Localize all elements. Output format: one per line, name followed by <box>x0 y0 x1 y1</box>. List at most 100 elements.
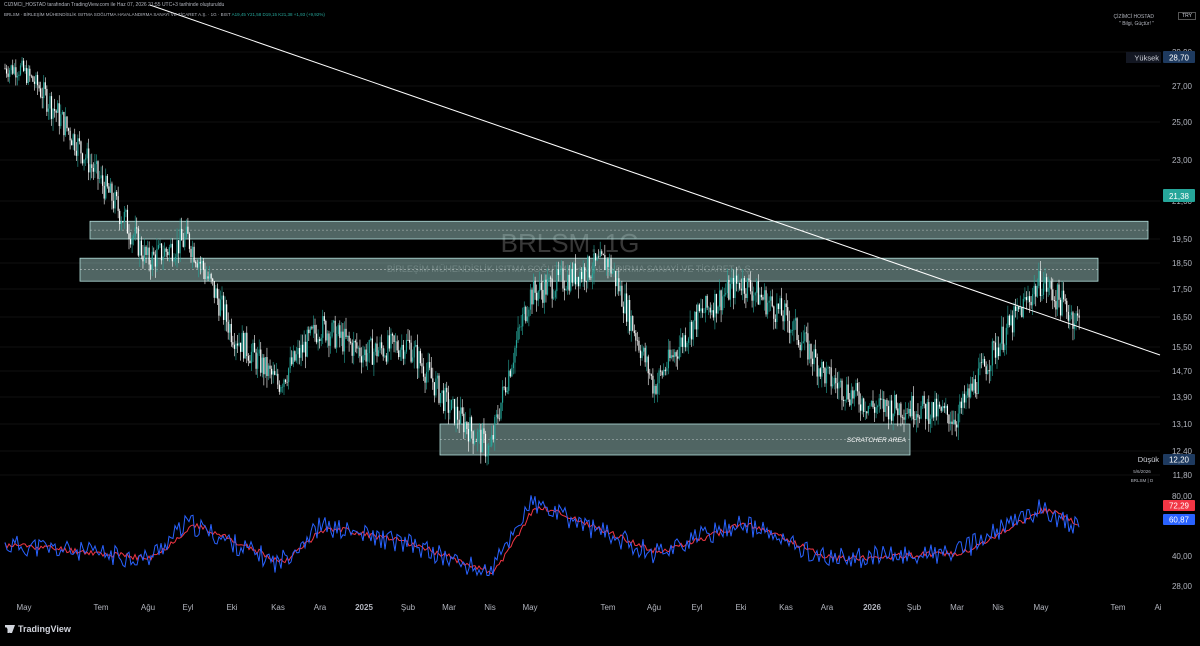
candle-body <box>638 340 640 351</box>
candle-body <box>343 328 346 352</box>
candle-body <box>357 347 359 349</box>
candle-body <box>295 354 297 361</box>
candle-body <box>560 268 563 270</box>
candle-body <box>4 68 6 70</box>
price-tick-label: 25,00 <box>1172 118 1193 127</box>
chart-stage[interactable]: BRLSM, 1G BİRLEŞİM MÜHENDİSLİK ISITMA SO… <box>0 0 1200 641</box>
candle-body <box>925 403 927 419</box>
price-chart[interactable]: BRLSM, 1G BİRLEŞİM MÜHENDİSLİK ISITMA SO… <box>0 0 1200 641</box>
candle-body <box>398 350 400 358</box>
candle-body <box>687 338 690 343</box>
candle-body <box>1036 285 1038 297</box>
candle-body <box>570 269 572 291</box>
candle-body <box>872 400 874 408</box>
candle-body <box>827 367 829 369</box>
candle-body <box>78 138 80 142</box>
candle-body <box>475 441 477 442</box>
candle-body <box>182 240 184 247</box>
candle-body <box>1004 344 1006 350</box>
candle-body <box>267 365 270 377</box>
price-tick-label: 19,50 <box>1172 235 1193 244</box>
candle-body <box>520 326 522 328</box>
candle-body <box>345 328 347 337</box>
candle-body <box>873 407 876 413</box>
candle-body <box>33 81 36 84</box>
candle-body <box>85 158 87 160</box>
candle-body <box>367 353 369 362</box>
currency-badge[interactable]: TRY <box>1178 12 1196 20</box>
candle-body <box>915 414 917 421</box>
candle-body <box>849 399 851 406</box>
candle-body <box>1070 312 1072 316</box>
candle-body <box>83 159 85 164</box>
candle-body <box>359 347 361 357</box>
candle-body <box>700 308 702 312</box>
candle-body <box>594 253 597 261</box>
candle-body <box>746 278 749 298</box>
candle-body <box>298 348 301 358</box>
candle-body <box>491 434 493 446</box>
candle-body <box>91 164 93 169</box>
tradingview-logo[interactable]: TradingView <box>5 624 71 634</box>
candle-body <box>1001 326 1003 344</box>
candle-body <box>808 344 811 360</box>
candle-body <box>945 405 947 409</box>
candle-body <box>852 390 854 399</box>
candle-body <box>449 409 451 413</box>
candle-body <box>429 362 431 368</box>
time-tick-label: Eyl <box>182 603 193 612</box>
candle-body <box>215 288 217 298</box>
candle-body <box>195 261 197 264</box>
candle-body <box>170 243 172 248</box>
candle-body <box>647 356 649 374</box>
candle-body <box>478 429 480 432</box>
candle-body <box>488 445 490 455</box>
candle-body <box>286 382 288 383</box>
candle-body <box>103 185 105 199</box>
candle-body <box>221 295 223 300</box>
candle-body <box>396 341 398 351</box>
price-tick-label: 13,10 <box>1172 420 1193 429</box>
candle-body <box>683 335 685 347</box>
candle-body <box>503 386 505 388</box>
tradingview-brand: TradingView <box>18 624 71 634</box>
candle-body <box>641 351 643 358</box>
candle-body <box>917 414 919 418</box>
candle-body <box>725 292 727 295</box>
time-tick-label: Şub <box>401 603 416 612</box>
candle-body <box>694 311 696 321</box>
candle-body <box>734 275 736 299</box>
candle-body <box>447 392 449 413</box>
candle-body <box>444 387 446 412</box>
candle-body <box>794 318 797 321</box>
candle-body <box>426 371 428 383</box>
author-quote: " Bilgi, Güçtür! " <box>1119 21 1154 27</box>
candle-body <box>991 341 993 366</box>
candle-body <box>240 342 242 352</box>
candle-body <box>590 277 592 279</box>
candle-body <box>505 387 507 393</box>
candle-body <box>608 258 611 268</box>
candle-body <box>336 333 338 348</box>
candle-body <box>188 233 191 249</box>
candle-body <box>920 405 922 419</box>
candle-body <box>900 403 902 418</box>
candle-body <box>201 260 203 264</box>
candle-body <box>531 289 533 305</box>
time-tick-label: Ara <box>314 603 327 612</box>
candle-body <box>661 371 663 376</box>
candle-body <box>1041 294 1043 296</box>
candle-body <box>742 278 744 291</box>
candle-body <box>156 248 158 267</box>
candle-body <box>379 342 381 351</box>
candle-body <box>174 257 177 261</box>
candle-body <box>187 226 189 234</box>
candle-body <box>581 272 583 280</box>
candle-body <box>140 240 142 256</box>
candle-body <box>779 298 781 310</box>
candle-body <box>563 288 566 291</box>
candle-body <box>546 279 549 295</box>
candle-body <box>1072 312 1074 329</box>
candle-body <box>404 351 406 359</box>
candle-body <box>489 445 491 447</box>
